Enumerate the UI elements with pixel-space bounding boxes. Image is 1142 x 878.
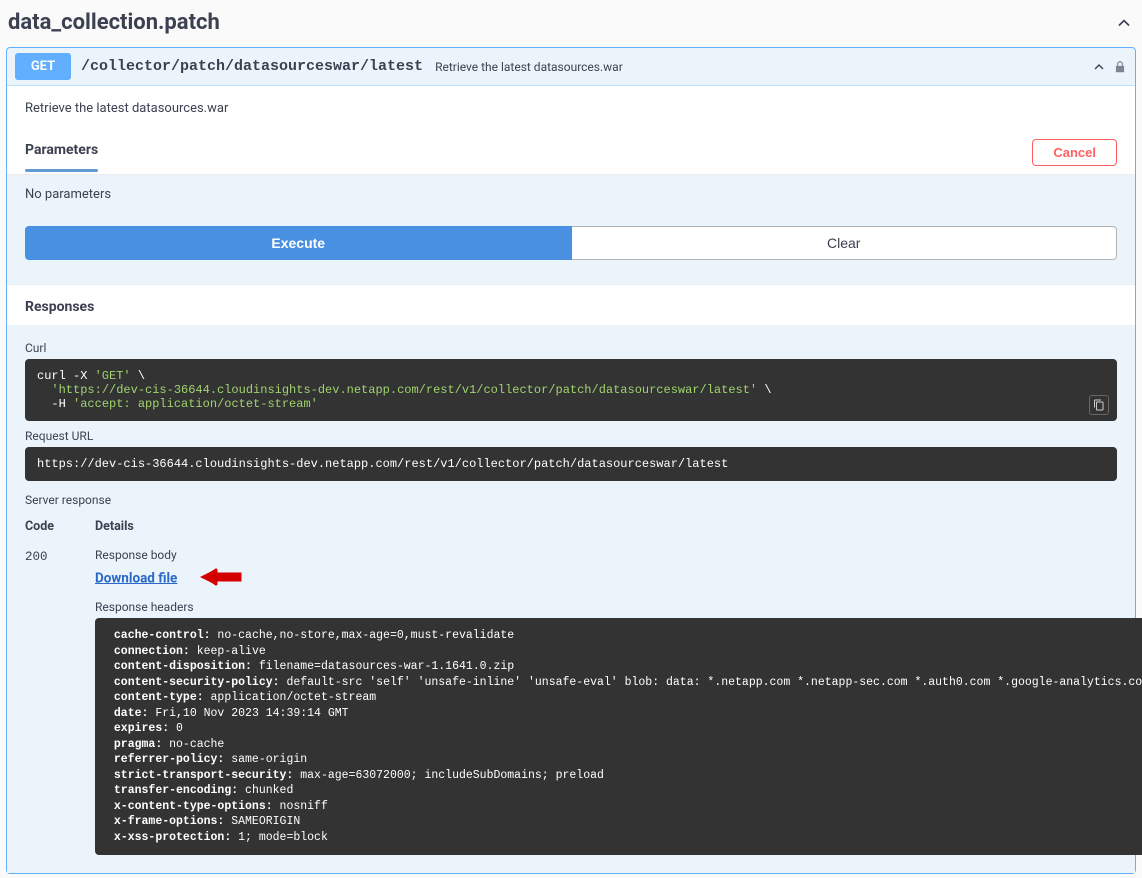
curl-method: 'GET' [95, 369, 131, 383]
server-response-label: Server response [25, 493, 1117, 507]
no-parameters-text: No parameters [7, 175, 1135, 226]
http-method-badge: GET [15, 53, 71, 80]
arrow-annotation-icon [196, 566, 242, 592]
request-url-label: Request URL [25, 429, 1117, 443]
opblock-body: Retrieve the latest datasources.war Para… [7, 85, 1135, 873]
endpoint-path: /collector/patch/datasourceswar/latest [81, 58, 423, 75]
responses-body: Curl curl -X 'GET' \ 'https://dev-cis-36… [7, 325, 1135, 873]
cancel-button[interactable]: Cancel [1032, 139, 1117, 166]
curl-label: Curl [25, 341, 1117, 355]
action-buttons: Execute Clear [7, 226, 1135, 284]
response-headers-label: Response headers [95, 600, 1142, 614]
curl-hflag: -H [51, 397, 73, 411]
opblock: GET /collector/patch/datasourceswar/late… [6, 47, 1136, 874]
curl-block: curl -X 'GET' \ 'https://dev-cis-36644.c… [25, 359, 1117, 421]
chevron-up-icon [1091, 59, 1107, 75]
response-headers-block: cache-control: no-cache,no-store,max-age… [95, 618, 1142, 855]
parameters-tab[interactable]: Parameters [25, 142, 98, 164]
download-file-link[interactable]: Download file [95, 570, 177, 586]
chevron-up-icon [1114, 13, 1134, 33]
curl-header: 'accept: application/octet-stream' [73, 397, 318, 411]
code-header: Code [25, 513, 95, 548]
endpoint-description: Retrieve the latest datasources.war [7, 86, 1135, 131]
response-table: Code Details 200 Response body Download … [25, 513, 1117, 855]
tag-header[interactable]: data_collection.patch [0, 0, 1142, 47]
tag-title: data_collection.patch [8, 10, 1114, 35]
execute-button[interactable]: Execute [25, 226, 572, 260]
responses-header: Responses [7, 284, 1135, 325]
details-header: Details [95, 513, 1142, 548]
opblock-summary[interactable]: GET /collector/patch/datasourceswar/late… [7, 48, 1135, 85]
lock-icon[interactable] [1113, 60, 1127, 74]
response-body-label: Response body [95, 548, 1142, 562]
copy-icon[interactable] [1089, 395, 1109, 415]
clear-button[interactable]: Clear [572, 226, 1118, 260]
curl-url: 'https://dev-cis-36644.cloudinsights-dev… [51, 383, 757, 397]
response-details: Response body Download file Response hea… [95, 548, 1142, 855]
status-code: 200 [25, 548, 95, 855]
endpoint-summary: Retrieve the latest datasources.war [435, 60, 1091, 74]
request-url-block: https://dev-cis-36644.cloudinsights-dev.… [25, 447, 1117, 481]
parameters-header: Parameters Cancel [7, 131, 1135, 175]
curl-prefix: curl -X [37, 369, 95, 383]
